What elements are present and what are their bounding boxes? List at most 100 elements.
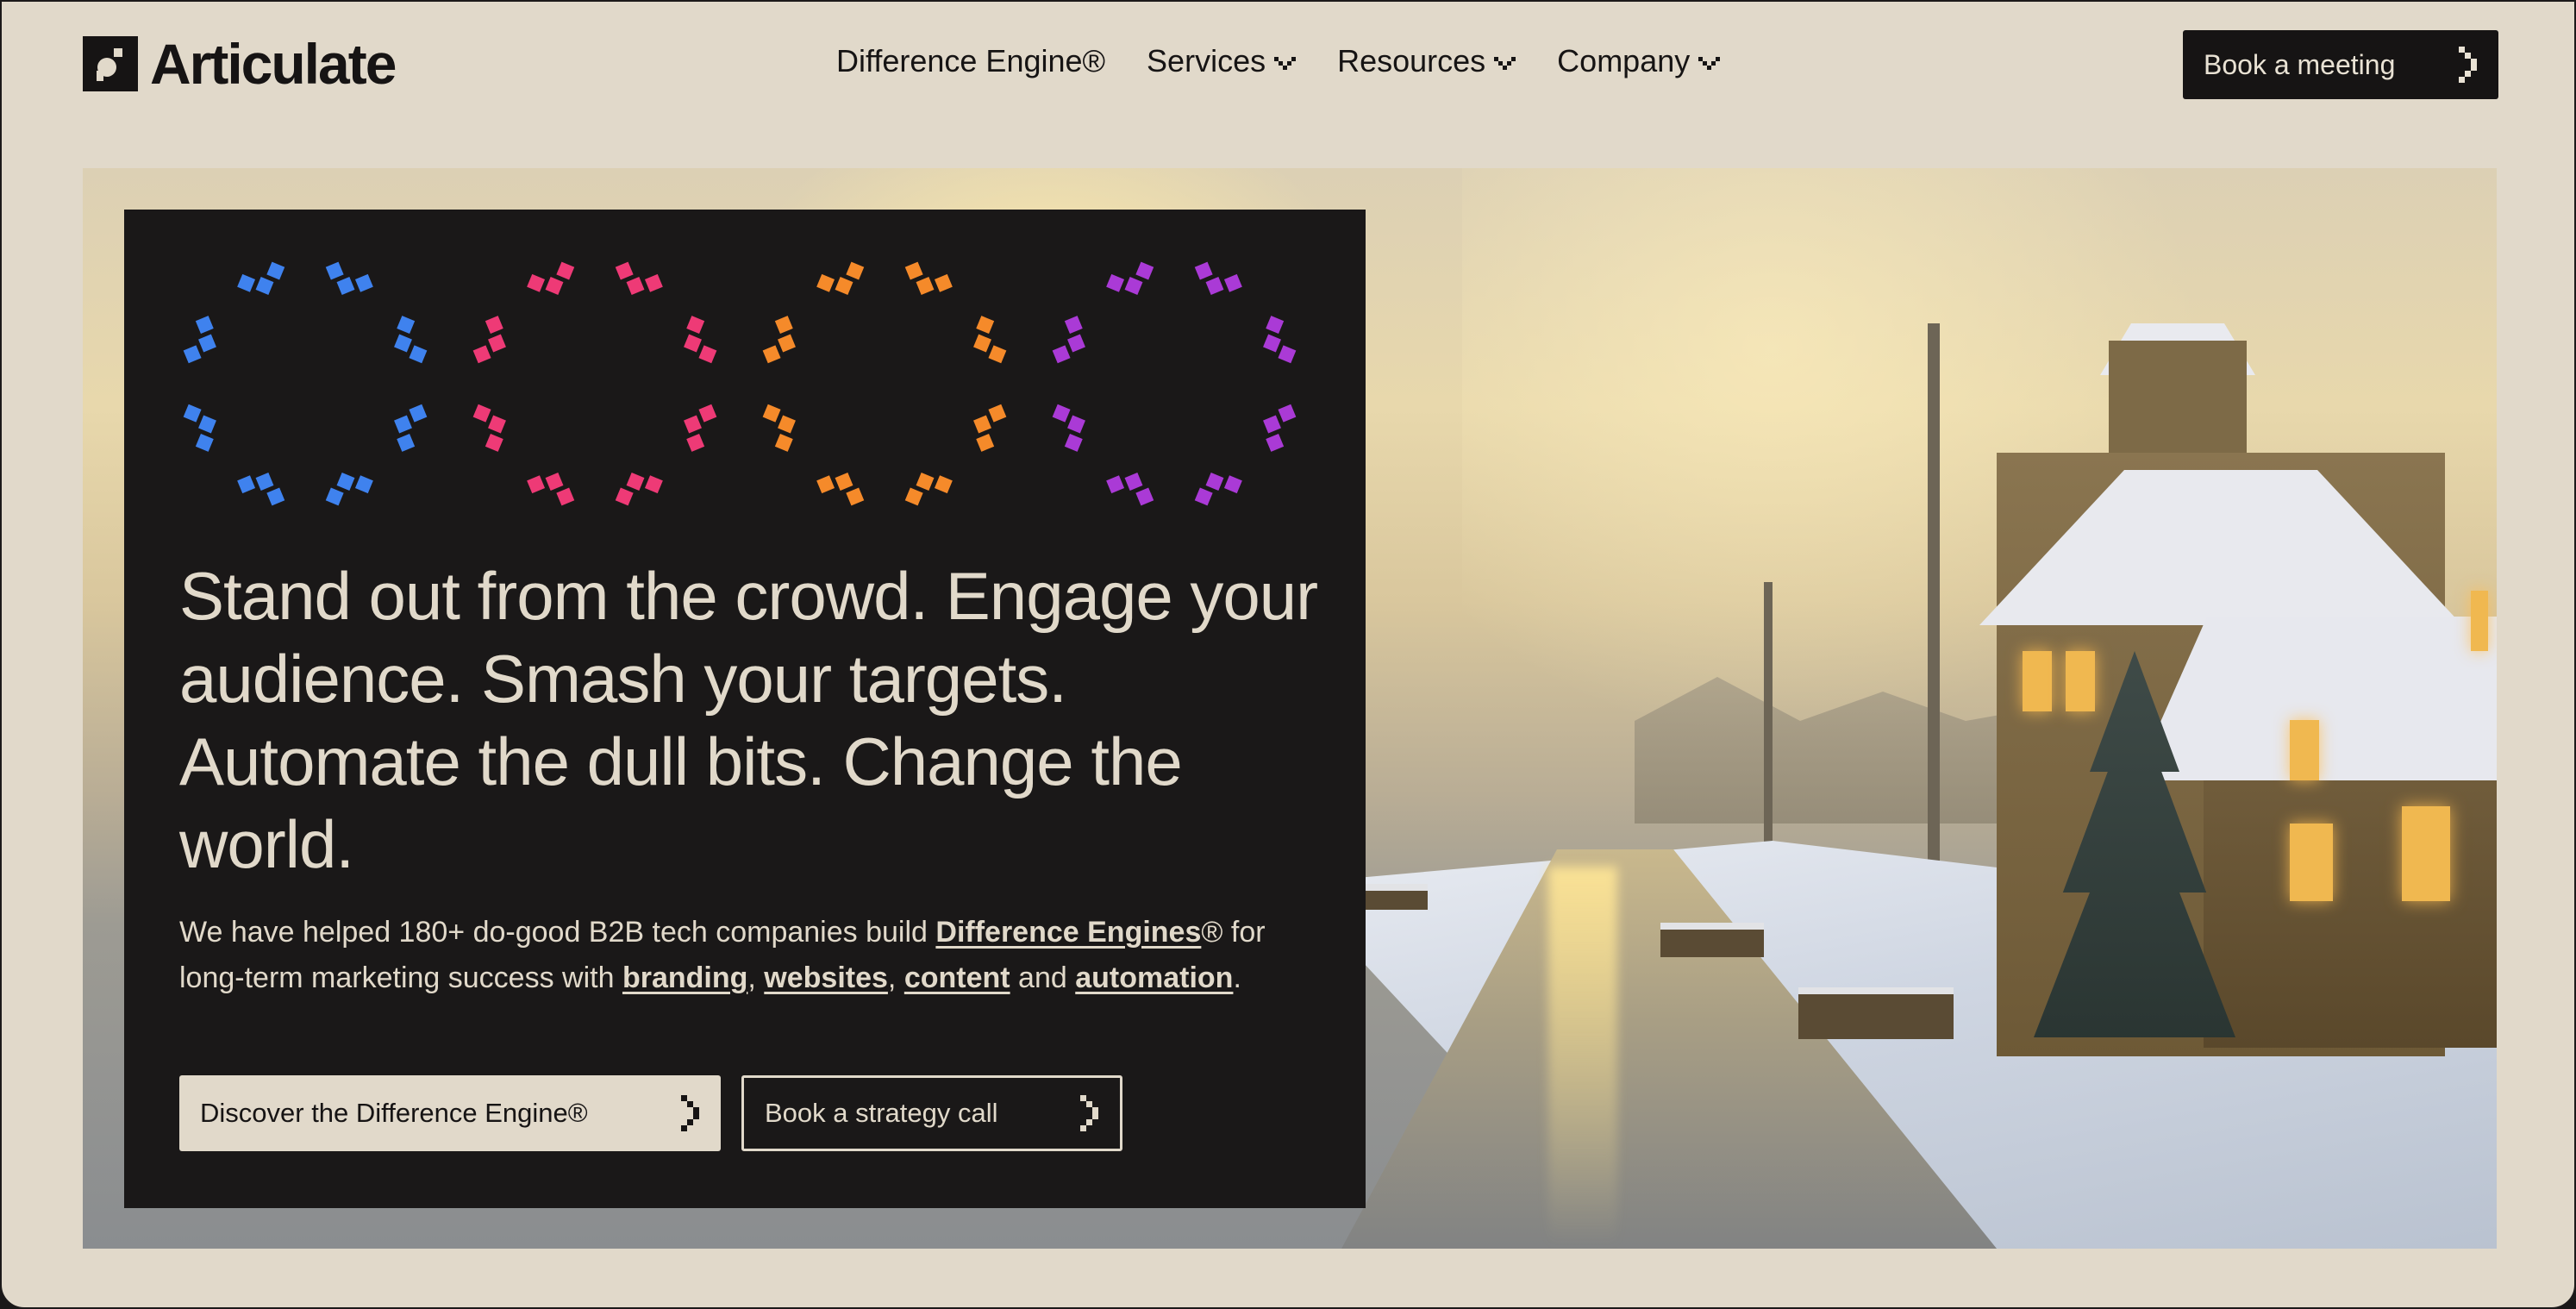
ring-square [1106,273,1125,292]
main-nav: Difference Engine® Services Resources Co… [836,43,1721,79]
ring-pattern-graphic [183,261,1297,506]
ring-square [394,415,412,434]
ring-square [1223,273,1242,292]
hero-banner: Stand out from the crowd. Engage your au… [83,168,2497,1249]
ring-square [255,277,274,295]
ring-square [976,433,995,452]
ring-square [846,487,865,506]
ring-square [409,404,428,423]
logo-text: Articulate [150,32,397,96]
body-text-segment: , [747,961,765,994]
ring-square [325,487,344,506]
nav-item-difference-engine[interactable]: Difference Engine® [836,43,1105,79]
pixel-ring [183,261,428,506]
ring-square [1135,261,1154,280]
ring-square [397,433,416,452]
ring-square [698,345,717,364]
nav-item-company[interactable]: Company [1557,43,1721,79]
ring-square [1064,316,1083,335]
ring-square [1194,261,1213,280]
ring-square [527,273,546,292]
book-strategy-call-button[interactable]: Book a strategy call [741,1075,1122,1151]
strategy-call-label: Book a strategy call [765,1098,998,1128]
ring-square [1052,345,1071,364]
ring-square [195,433,214,452]
ring-square [1278,345,1297,364]
websites-link[interactable]: websites [764,961,888,994]
ring-square [988,404,1007,423]
content-link[interactable]: content [904,961,1010,994]
ring-square [816,273,835,292]
ring-square [485,316,503,335]
pixel-ring [1052,261,1297,506]
ring-square [778,334,796,353]
nav-item-services[interactable]: Services [1147,43,1297,79]
ring-square [195,316,214,335]
ring-square [626,473,645,491]
ring-square [394,334,412,353]
pixel-ring [762,261,1007,506]
ring-square [336,277,355,295]
ring-square [904,261,923,280]
ring-square [1067,334,1085,353]
ring-square [1135,487,1154,506]
ring-square [626,277,645,295]
chevron-right-icon [681,1095,699,1131]
discover-difference-engine-button[interactable]: Discover the Difference Engine® [179,1075,721,1151]
chevron-down-icon [1698,56,1721,70]
difference-engines-link[interactable]: Difference Engines [935,916,1201,949]
ring-square [354,475,373,494]
ring-square [237,475,256,494]
branding-link[interactable]: branding [622,961,747,994]
nav-item-resources[interactable]: Resources [1337,43,1516,79]
ring-square [1194,487,1213,506]
ring-square [835,277,853,295]
body-text-segment: and [1010,961,1076,994]
ring-square [973,415,991,434]
ring-square [1067,415,1085,434]
nav-item-label: Resources [1337,43,1486,78]
hero-description: We have helped 180+ do-good B2B tech com… [179,910,1291,1001]
ring-square [615,487,634,506]
ring-square [615,261,634,280]
ring-square [472,345,491,364]
automation-link[interactable]: automation [1075,961,1233,994]
ring-square [846,261,865,280]
ring-square [488,334,506,353]
ring-square [1278,404,1297,423]
ring-square [904,487,923,506]
ring-square [1263,334,1281,353]
ring-square [762,404,781,423]
ring-square [934,475,953,494]
book-meeting-button[interactable]: Book a meeting [2183,30,2498,99]
pixel-ring [472,261,717,506]
ring-square [198,334,216,353]
ring-square [255,473,274,491]
ring-square [1223,475,1242,494]
body-text-segment: . [1233,961,1241,994]
ring-square [556,261,575,280]
ring-square [934,273,953,292]
ring-square [409,345,428,364]
ring-square [485,433,503,452]
ring-square [778,415,796,434]
ring-square [527,475,546,494]
chevron-right-icon [2459,47,2477,83]
ring-square [644,273,663,292]
ring-square [1052,404,1071,423]
body-text-segment: , [887,961,904,994]
ring-square [1106,475,1125,494]
logo[interactable]: Articulate [83,32,397,96]
ring-square [397,316,416,335]
book-meeting-label: Book a meeting [2204,48,2396,80]
ring-square [774,316,793,335]
ring-square [976,316,995,335]
ring-square [774,433,793,452]
ring-square [325,261,344,280]
chevron-down-icon [1274,56,1297,70]
ring-square [816,475,835,494]
ring-square [684,415,702,434]
ring-square [835,473,853,491]
ring-square [472,404,491,423]
chevron-down-icon [1494,56,1516,70]
